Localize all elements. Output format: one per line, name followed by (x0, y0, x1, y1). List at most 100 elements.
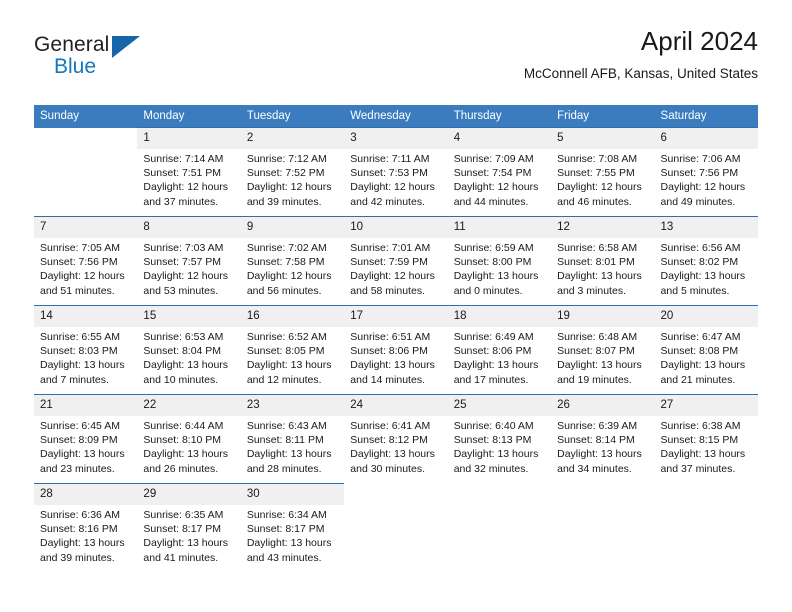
calendar-day-cell[interactable]: 19 Sunrise: 6:48 AM Sunset: 8:07 PM Dayligh… (551, 305, 655, 395)
sunrise-text: Sunrise: 6:55 AM (40, 331, 120, 343)
sunset-text: Sunset: 7:58 PM (246, 256, 325, 269)
sunrise-text: Sunrise: 6:40 AM (453, 420, 534, 432)
calendar-day-cell[interactable]: 15 Sunrise: 6:53 AM Sunset: 8:04 PM Dayligh… (137, 305, 241, 395)
daylight-text-line1: Daylight: 12 hours (143, 181, 229, 194)
day-number: 3 (344, 128, 448, 149)
daylight-text-line2: and 21 minutes. (660, 373, 736, 386)
daylight-text-line2: and 5 minutes. (660, 284, 730, 297)
calendar-day-cell[interactable]: 30 Sunrise: 6:34 AM Sunset: 8:17 PM Dayligh… (240, 483, 345, 572)
daylight-text-line1: Daylight: 12 hours (40, 270, 125, 283)
calendar-day-cell[interactable]: 3 Sunrise: 7:11 AM Sunset: 7:53 PM Daylight… (344, 127, 448, 217)
day-details: Sunrise: 7:11 AM Sunset: 7:53 PM Daylight:… (344, 149, 447, 209)
calendar-day-cell[interactable]: 7 Sunrise: 7:05 AM Sunset: 7:56 PM Daylight… (34, 216, 138, 306)
calendar-day-cell[interactable]: 21 Sunrise: 6:45 AM Sunset: 8:09 PM Dayligh… (34, 394, 138, 484)
daylight-text-line1: Daylight: 13 hours (557, 448, 642, 461)
sunrise-text: Sunrise: 7:05 AM (40, 242, 120, 254)
daylight-text-line2: and 39 minutes. (40, 551, 115, 564)
daylight-text-line1: Daylight: 12 hours (350, 181, 435, 194)
calendar-day-cell[interactable]: 22 Sunrise: 6:44 AM Sunset: 8:10 PM Dayligh… (137, 394, 241, 484)
calendar-day-cell[interactable]: 29 Sunrise: 6:35 AM Sunset: 8:17 PM Dayligh… (137, 483, 241, 572)
day-number: 24 (344, 395, 448, 416)
calendar-day-cell[interactable]: 12 Sunrise: 6:58 AM Sunset: 8:01 PM Dayligh… (551, 216, 655, 306)
title-block: April 2024 McConnell AFB, Kansas, United… (524, 24, 758, 84)
sunset-text: Sunset: 8:03 PM (40, 345, 118, 358)
day-number: 14 (34, 306, 138, 327)
sunset-text: Sunset: 8:02 PM (660, 256, 739, 269)
sunset-text: Sunset: 7:56 PM (40, 256, 118, 269)
day-details: Sunrise: 6:41 AM Sunset: 8:12 PM Daylight:… (344, 416, 447, 476)
calendar-day-cell[interactable]: 24 Sunrise: 6:41 AM Sunset: 8:12 PM Dayligh… (344, 394, 448, 484)
daylight-text-line1: Daylight: 12 hours (246, 181, 332, 194)
calendar-day-cell[interactable]: 10 Sunrise: 7:01 AM Sunset: 7:59 PM Dayligh… (344, 216, 448, 306)
day-number: 2 (240, 128, 345, 149)
logo-text-general: General (34, 33, 110, 56)
triangle-logo-icon (112, 36, 140, 58)
calendar-day-cell[interactable]: 17 Sunrise: 6:51 AM Sunset: 8:06 PM Dayligh… (344, 305, 448, 395)
general-blue-logo[interactable]: General Blue (34, 33, 174, 89)
calendar-day-cell[interactable]: 9 Sunrise: 7:02 AM Sunset: 7:58 PM Daylight… (240, 216, 345, 306)
day-details: Sunrise: 6:55 AM Sunset: 8:03 PM Daylight:… (34, 327, 137, 387)
calendar-week-row: 28 Sunrise: 6:36 AM Sunset: 8:16 PM Dayligh… (34, 483, 758, 572)
day-details: Sunrise: 6:52 AM Sunset: 8:05 PM Daylight:… (241, 327, 344, 387)
sunset-text: Sunset: 8:12 PM (350, 434, 428, 447)
day-details: Sunrise: 7:02 AM Sunset: 7:58 PM Daylight:… (241, 238, 344, 298)
day-number: 25 (447, 395, 552, 416)
calendar-day-cell-empty (34, 127, 138, 217)
page-title: April 2024 (640, 26, 758, 56)
daylight-text-line1: Daylight: 13 hours (660, 270, 746, 283)
daylight-text-line1: Daylight: 12 hours (143, 270, 229, 283)
day-number: 16 (240, 306, 345, 327)
daylight-text-line2: and 46 minutes. (557, 195, 632, 208)
day-details: Sunrise: 6:36 AM Sunset: 8:16 PM Daylight:… (34, 505, 137, 565)
daylight-text-line1: Daylight: 13 hours (557, 359, 642, 372)
sunrise-text: Sunrise: 6:45 AM (40, 420, 120, 432)
sunset-text: Sunset: 7:52 PM (246, 167, 325, 180)
sunrise-text: Sunrise: 7:11 AM (350, 153, 430, 165)
daylight-text-line2: and 43 minutes. (246, 551, 322, 564)
calendar-day-cell-empty (344, 483, 448, 572)
daylight-text-line2: and 30 minutes. (350, 462, 425, 475)
daylight-text-line2: and 34 minutes. (557, 462, 632, 475)
daylight-text-line1: Daylight: 13 hours (453, 359, 539, 372)
calendar-day-cell[interactable]: 13 Sunrise: 6:56 AM Sunset: 8:02 PM Dayligh… (654, 216, 758, 306)
sunrise-text: Sunrise: 6:48 AM (557, 331, 638, 343)
day-number: 15 (137, 306, 241, 327)
sunrise-text: Sunrise: 7:06 AM (660, 153, 741, 165)
calendar-day-cell[interactable]: 20 Sunrise: 6:47 AM Sunset: 8:08 PM Dayligh… (654, 305, 758, 395)
calendar-day-cell[interactable]: 8 Sunrise: 7:03 AM Sunset: 7:57 PM Daylight… (137, 216, 241, 306)
day-number: 27 (654, 395, 758, 416)
daylight-text-line1: Daylight: 13 hours (143, 448, 229, 461)
calendar-day-cell[interactable]: 6 Sunrise: 7:06 AM Sunset: 7:56 PM Daylight… (654, 127, 758, 217)
weekday-header-wednesday: Wednesday (344, 105, 448, 128)
page-subtitle: McConnell AFB, Kansas, United States (523, 66, 758, 81)
day-number: 13 (654, 217, 758, 238)
calendar-day-cell[interactable]: 5 Sunrise: 7:08 AM Sunset: 7:55 PM Daylight… (551, 127, 655, 217)
calendar-day-cell[interactable]: 14 Sunrise: 6:55 AM Sunset: 8:03 PM Dayligh… (34, 305, 138, 395)
sunrise-text: Sunrise: 6:52 AM (246, 331, 327, 343)
calendar-day-cell[interactable]: 16 Sunrise: 6:52 AM Sunset: 8:05 PM Dayligh… (240, 305, 345, 395)
sunset-text: Sunset: 8:06 PM (453, 345, 532, 358)
day-number (344, 484, 447, 491)
calendar-day-cell[interactable]: 18 Sunrise: 6:49 AM Sunset: 8:06 PM Dayligh… (447, 305, 552, 395)
calendar-day-cell[interactable]: 1 Sunrise: 7:14 AM Sunset: 7:51 PM Daylight… (137, 127, 241, 217)
calendar-day-cell[interactable]: 23 Sunrise: 6:43 AM Sunset: 8:11 PM Dayligh… (240, 394, 345, 484)
calendar-day-cell[interactable]: 27 Sunrise: 6:38 AM Sunset: 8:15 PM Dayligh… (654, 394, 758, 484)
sunset-text: Sunset: 7:54 PM (453, 167, 532, 180)
calendar-day-cell[interactable]: 26 Sunrise: 6:39 AM Sunset: 8:14 PM Dayligh… (551, 394, 655, 484)
calendar-day-cell[interactable]: 28 Sunrise: 6:36 AM Sunset: 8:16 PM Dayligh… (34, 483, 138, 572)
daylight-text-line1: Daylight: 13 hours (246, 537, 332, 550)
daylight-text-line1: Daylight: 13 hours (453, 270, 539, 283)
logo-text-blue: Blue (54, 55, 97, 78)
day-details: Sunrise: 6:58 AM Sunset: 8:01 PM Daylight:… (551, 238, 654, 298)
daylight-text-line2: and 17 minutes. (453, 373, 529, 386)
day-number: 21 (34, 395, 138, 416)
calendar-day-cell[interactable]: 25 Sunrise: 6:40 AM Sunset: 8:13 PM Dayligh… (447, 394, 552, 484)
daylight-text-line1: Daylight: 13 hours (660, 448, 746, 461)
day-number: 19 (551, 306, 655, 327)
day-details: Sunrise: 6:59 AM Sunset: 8:00 PM Daylight:… (448, 238, 551, 298)
calendar-day-cell[interactable]: 2 Sunrise: 7:12 AM Sunset: 7:52 PM Daylight… (240, 127, 345, 217)
calendar-day-cell[interactable]: 11 Sunrise: 6:59 AM Sunset: 8:00 PM Dayligh… (447, 216, 552, 306)
calendar-day-cell[interactable]: 4 Sunrise: 7:09 AM Sunset: 7:54 PM Daylight… (447, 127, 552, 217)
day-number: 11 (447, 217, 552, 238)
calendar-week-row: 21 Sunrise: 6:45 AM Sunset: 8:09 PM Dayligh… (34, 394, 758, 484)
